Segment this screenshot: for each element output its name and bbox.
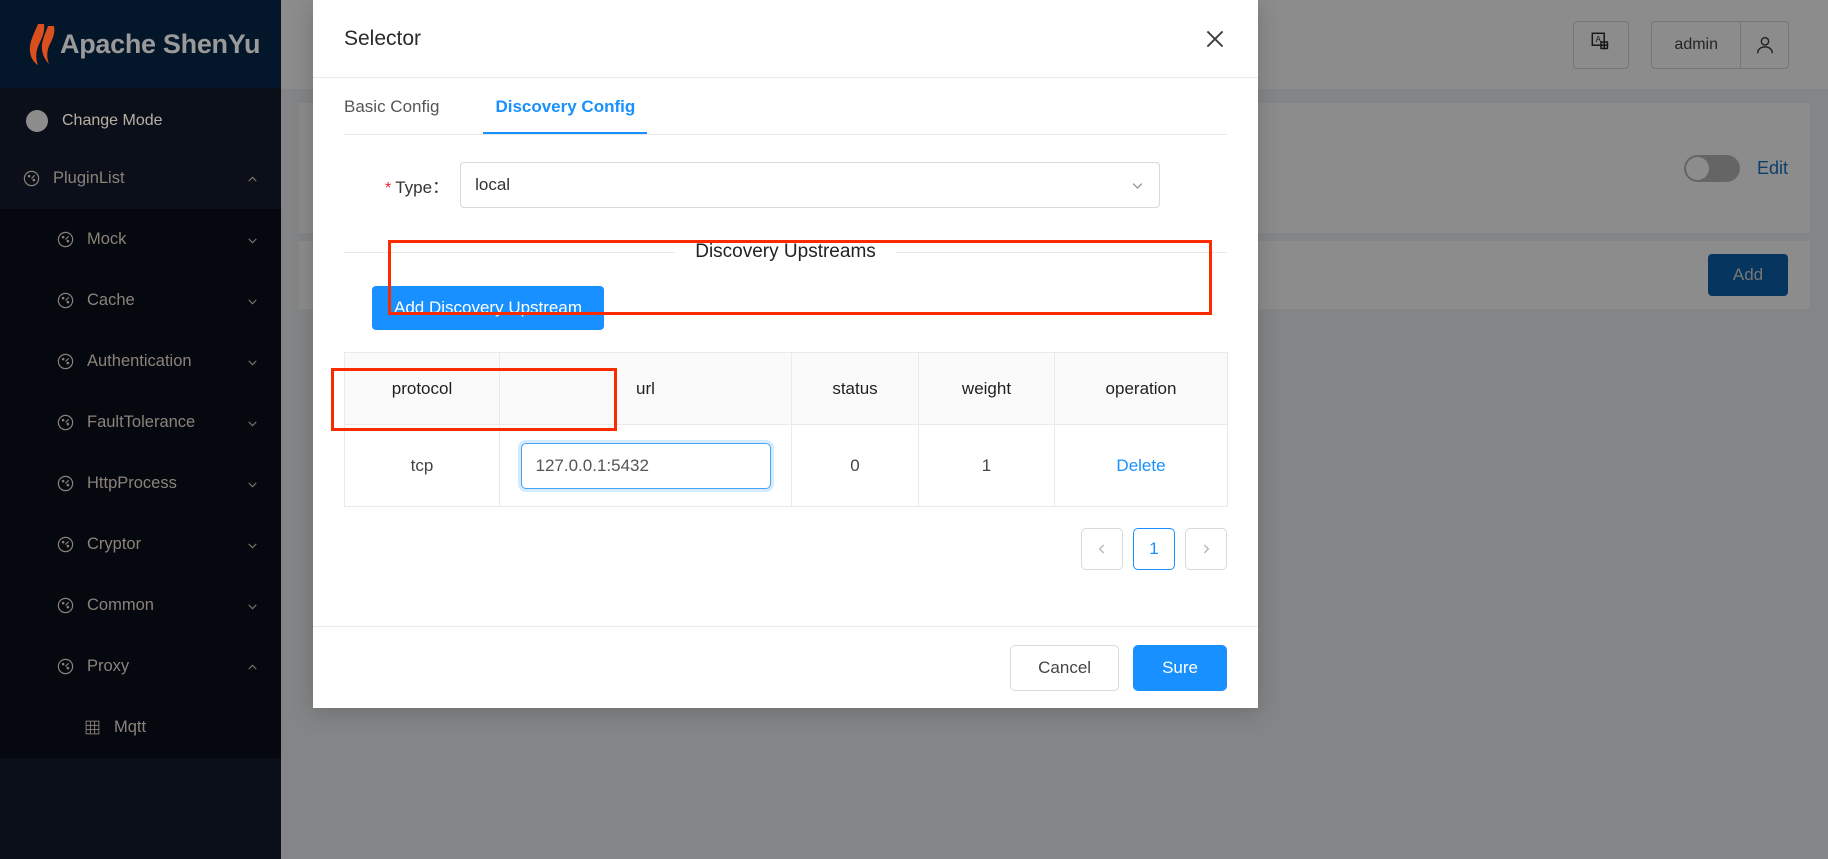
gauge-icon	[22, 169, 41, 188]
pagination-next-button[interactable]	[1185, 528, 1227, 570]
gauge-icon	[56, 535, 75, 554]
required-asterisk: *	[385, 180, 391, 197]
add-discovery-upstream-button[interactable]: Add Discovery Upstream	[372, 286, 604, 330]
modal-title: Selector	[344, 27, 1202, 51]
type-label-text: Type：	[395, 178, 449, 197]
pagination: 1	[344, 528, 1227, 570]
gauge-icon	[56, 413, 75, 432]
chevron-down-icon	[246, 355, 259, 368]
change-mode-label: Change Mode	[62, 112, 163, 130]
type-field-label: *Type：	[385, 173, 449, 198]
sidebar-item-label: FaultTolerance	[87, 413, 246, 432]
close-icon[interactable]	[1202, 26, 1228, 52]
table-header-row: protocolurlstatusweightoperation	[345, 353, 1228, 425]
app-root: Apache ShenYu Change Mode PluginList Mock…	[0, 0, 1828, 859]
gauge-icon	[56, 596, 75, 615]
table-header-status: status	[792, 353, 919, 425]
sidebar-item-label: Authentication	[87, 352, 246, 371]
gauge-icon	[56, 474, 75, 493]
modal-body: Basic Config Discovery Config *Type： loc…	[313, 78, 1258, 626]
sidebar-item-label: HttpProcess	[87, 474, 246, 493]
sidebar-item-label: Cryptor	[87, 535, 246, 554]
sidebar-item-faulttolerance[interactable]: FaultTolerance	[0, 392, 281, 453]
chevron-down-icon	[246, 294, 259, 307]
sidebar-item-mqtt[interactable]: Mqtt	[0, 697, 281, 758]
discovery-upstreams-divider: Discovery Upstreams	[344, 241, 1227, 263]
sidebar-item-mock[interactable]: Mock	[0, 209, 281, 270]
sidebar-item-proxy[interactable]: Proxy	[0, 636, 281, 697]
type-select-value: local	[475, 175, 1130, 195]
grid-icon	[84, 719, 101, 736]
divider-line-left	[344, 252, 675, 253]
cell-status: 0	[792, 425, 919, 507]
sidebar-logo: Apache ShenYu	[0, 0, 281, 88]
tabs-underline	[344, 134, 1227, 135]
sidebar-item-authentication[interactable]: Authentication	[0, 331, 281, 392]
cancel-button[interactable]: Cancel	[1010, 645, 1119, 691]
sidebar-item-label: Proxy	[87, 657, 246, 676]
sure-button[interactable]: Sure	[1133, 645, 1227, 691]
chevron-down-icon	[246, 599, 259, 612]
shenyu-flame-logo-icon	[24, 22, 58, 66]
sidebar-item-cryptor[interactable]: Cryptor	[0, 514, 281, 575]
pagination-prev-button[interactable]	[1081, 528, 1123, 570]
cell-url	[500, 425, 792, 507]
modal-tabs: Basic Config Discovery Config	[344, 78, 1227, 135]
url-input[interactable]	[521, 443, 771, 489]
brand-title: Apache ShenYu	[60, 29, 260, 60]
chevron-down-icon	[246, 233, 259, 246]
sidebar: Apache ShenYu Change Mode PluginList Mock…	[0, 0, 281, 859]
chevron-down-icon	[246, 538, 259, 551]
sidebar-item-label: Cache	[87, 291, 246, 310]
cell-weight: 1	[919, 425, 1055, 507]
table-row: tcp 01 Delete	[345, 425, 1228, 507]
type-select[interactable]: local	[460, 162, 1160, 208]
sidebar-item-common[interactable]: Common	[0, 575, 281, 636]
sidebar-item-label: Mqtt	[114, 718, 259, 737]
sidebar-item-label: Mock	[87, 230, 246, 249]
gauge-icon	[56, 230, 75, 249]
sidebar-item-label: PluginList	[53, 169, 246, 188]
selector-modal: Selector Basic Config Discovery Config *…	[313, 0, 1258, 708]
type-field-row: *Type： local	[344, 162, 1227, 208]
chevron-down-icon	[246, 416, 259, 429]
sidebar-item-cache[interactable]: Cache	[0, 270, 281, 331]
delete-link[interactable]: Delete	[1116, 456, 1165, 475]
gauge-icon	[56, 352, 75, 371]
divider-line-right	[896, 252, 1227, 253]
gauge-icon	[56, 657, 75, 676]
tab-discovery-config[interactable]: Discovery Config	[495, 78, 635, 135]
tab-basic-config[interactable]: Basic Config	[344, 78, 439, 135]
table-header-weight: weight	[919, 353, 1055, 425]
modal-footer: Cancel Sure	[313, 626, 1258, 708]
modal-header: Selector	[313, 0, 1258, 78]
mode-dot-icon	[26, 110, 48, 132]
table-header-protocol: protocol	[345, 353, 500, 425]
sidebar-item-label: Common	[87, 596, 246, 615]
chevron-up-icon	[246, 172, 259, 185]
chevron-up-icon	[246, 660, 259, 673]
discovery-upstreams-table: protocolurlstatusweightoperation tcp 01 De…	[344, 352, 1228, 507]
change-mode-toggle[interactable]: Change Mode	[0, 94, 281, 148]
section-title: Discovery Upstreams	[675, 241, 896, 263]
table-header-url: url	[500, 353, 792, 425]
gauge-icon	[56, 291, 75, 310]
chevron-down-icon	[246, 477, 259, 490]
sidebar-item-httpprocess[interactable]: HttpProcess	[0, 453, 281, 514]
sidebar-item-pluginlist[interactable]: PluginList	[0, 148, 281, 209]
pagination-page-1[interactable]: 1	[1133, 528, 1175, 570]
cell-protocol: tcp	[345, 425, 500, 507]
chevron-down-icon	[1130, 178, 1145, 193]
cell-operation: Delete	[1055, 425, 1228, 507]
table-header-operation: operation	[1055, 353, 1228, 425]
